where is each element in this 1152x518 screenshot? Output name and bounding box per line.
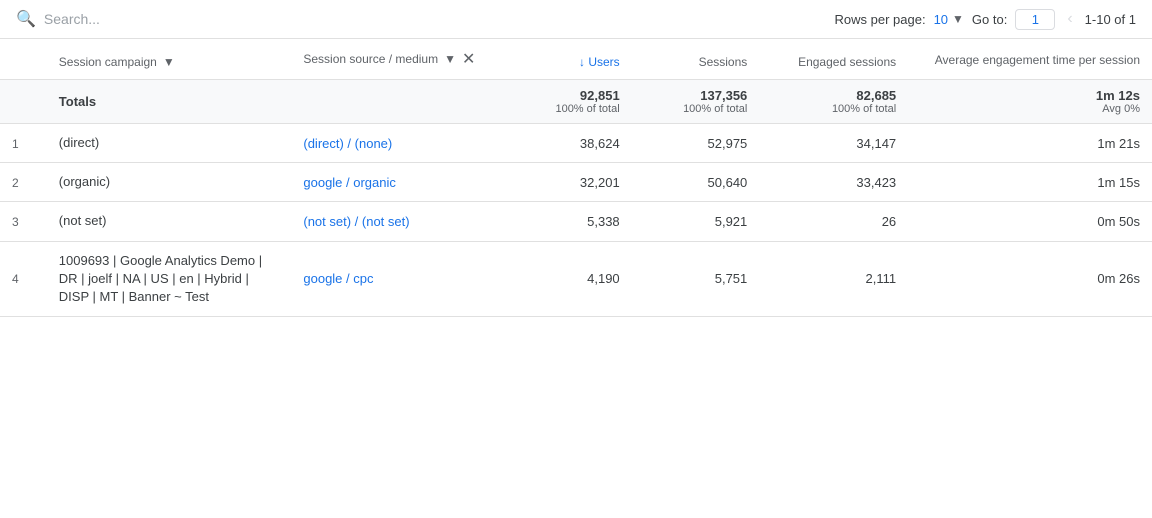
row-source-cell[interactable]: (direct) / (none) xyxy=(291,124,504,163)
table-row: 2 (organic) google / organic 32,201 50,6… xyxy=(0,163,1152,202)
totals-engaged-sub: 100% of total xyxy=(771,103,896,115)
totals-engaged: 82,685 xyxy=(771,88,896,103)
row-num-cell: 4 xyxy=(0,241,47,317)
col-header-engaged-sessions[interactable]: Engaged sessions xyxy=(759,39,908,80)
col-header-source[interactable]: Session source / medium ▼ ✕ xyxy=(291,39,504,80)
search-input[interactable] xyxy=(44,11,827,27)
totals-label-cell: Totals xyxy=(47,80,504,124)
totals-avg: 1m 12s xyxy=(920,88,1140,103)
row-number: 4 xyxy=(12,272,32,286)
totals-label: Totals xyxy=(59,94,96,109)
table-row: 4 1009693 | Google Analytics Demo | DR |… xyxy=(0,241,1152,317)
row-campaign-cell: (direct) xyxy=(47,124,292,163)
remove-filter-button[interactable]: ✕ xyxy=(462,49,475,69)
rows-per-page-select[interactable]: 10 ▼ xyxy=(934,12,964,27)
row-num-cell: 3 xyxy=(0,202,47,241)
goto-label: Go to: xyxy=(972,12,1007,27)
row-sessions-cell: 5,751 xyxy=(632,241,760,317)
col-header-rownum xyxy=(0,39,47,80)
row-users-cell: 32,201 xyxy=(504,163,632,202)
row-users-cell: 38,624 xyxy=(504,124,632,163)
pagination-range: 1-10 of 1 xyxy=(1085,12,1136,27)
table-row: 3 (not set) (not set) / (not set) 5,338 … xyxy=(0,202,1152,241)
totals-row-num xyxy=(0,80,47,124)
totals-avg-sub: Avg 0% xyxy=(920,103,1140,115)
row-avg-cell: 1m 21s xyxy=(908,124,1152,163)
row-engaged-cell: 26 xyxy=(759,202,908,241)
search-icon: 🔍 xyxy=(16,9,36,29)
totals-users-cell: 92,851 100% of total xyxy=(504,80,632,124)
totals-users: 92,851 xyxy=(516,88,620,103)
row-sessions-cell: 50,640 xyxy=(632,163,760,202)
row-engaged-cell: 34,147 xyxy=(759,124,908,163)
totals-avg-cell: 1m 12s Avg 0% xyxy=(908,80,1152,124)
col-header-users[interactable]: ↓ Users xyxy=(504,39,632,80)
row-sessions-cell: 5,921 xyxy=(632,202,760,241)
row-source-cell[interactable]: (not set) / (not set) xyxy=(291,202,504,241)
row-campaign-cell: (not set) xyxy=(47,202,292,241)
rows-per-page-label: Rows per page: xyxy=(835,12,926,27)
row-engaged-cell: 2,111 xyxy=(759,241,908,317)
row-engaged-cell: 33,423 xyxy=(759,163,908,202)
totals-engaged-cell: 82,685 100% of total xyxy=(759,80,908,124)
prev-page-button[interactable]: ‹ xyxy=(1063,8,1076,30)
campaign-sort-icon: ▼ xyxy=(163,55,175,69)
row-sessions-cell: 52,975 xyxy=(632,124,760,163)
row-source-cell[interactable]: google / organic xyxy=(291,163,504,202)
goto-input[interactable] xyxy=(1015,9,1055,30)
row-avg-cell: 0m 50s xyxy=(908,202,1152,241)
data-table: Session campaign ▼ Session source / medi… xyxy=(0,39,1152,317)
row-num-cell: 1 xyxy=(0,124,47,163)
search-bar: 🔍 Rows per page: 10 ▼ Go to: ‹ 1-10 of 1 xyxy=(0,0,1152,39)
chevron-down-icon: ▼ xyxy=(952,12,964,26)
source-sort-icon: ▼ xyxy=(444,52,456,66)
table-row: 1 (direct) (direct) / (none) 38,624 52,9… xyxy=(0,124,1152,163)
row-number: 2 xyxy=(12,176,32,190)
row-number: 3 xyxy=(12,215,32,229)
row-source-cell[interactable]: google / cpc xyxy=(291,241,504,317)
row-avg-cell: 0m 26s xyxy=(908,241,1152,317)
row-avg-cell: 1m 15s xyxy=(908,163,1152,202)
pagination-controls: Rows per page: 10 ▼ Go to: ‹ 1-10 of 1 xyxy=(835,8,1137,30)
totals-users-sub: 100% of total xyxy=(516,103,620,115)
col-header-sessions[interactable]: Sessions xyxy=(632,39,760,80)
row-users-cell: 4,190 xyxy=(504,241,632,317)
totals-sessions: 137,356 xyxy=(644,88,748,103)
totals-row: Totals 92,851 100% of total 137,356 100%… xyxy=(0,80,1152,124)
col-header-avg-engagement[interactable]: Average engagement time per session xyxy=(908,39,1152,80)
col-header-campaign[interactable]: Session campaign ▼ xyxy=(47,39,292,80)
row-num-cell: 2 xyxy=(0,163,47,202)
rows-value: 10 xyxy=(934,12,948,27)
row-users-cell: 5,338 xyxy=(504,202,632,241)
row-number: 1 xyxy=(12,137,32,151)
totals-sessions-sub: 100% of total xyxy=(644,103,748,115)
table-header-row: Session campaign ▼ Session source / medi… xyxy=(0,39,1152,80)
totals-sessions-cell: 137,356 100% of total xyxy=(632,80,760,124)
row-campaign-cell: (organic) xyxy=(47,163,292,202)
row-campaign-cell: 1009693 | Google Analytics Demo | DR | j… xyxy=(47,241,292,317)
